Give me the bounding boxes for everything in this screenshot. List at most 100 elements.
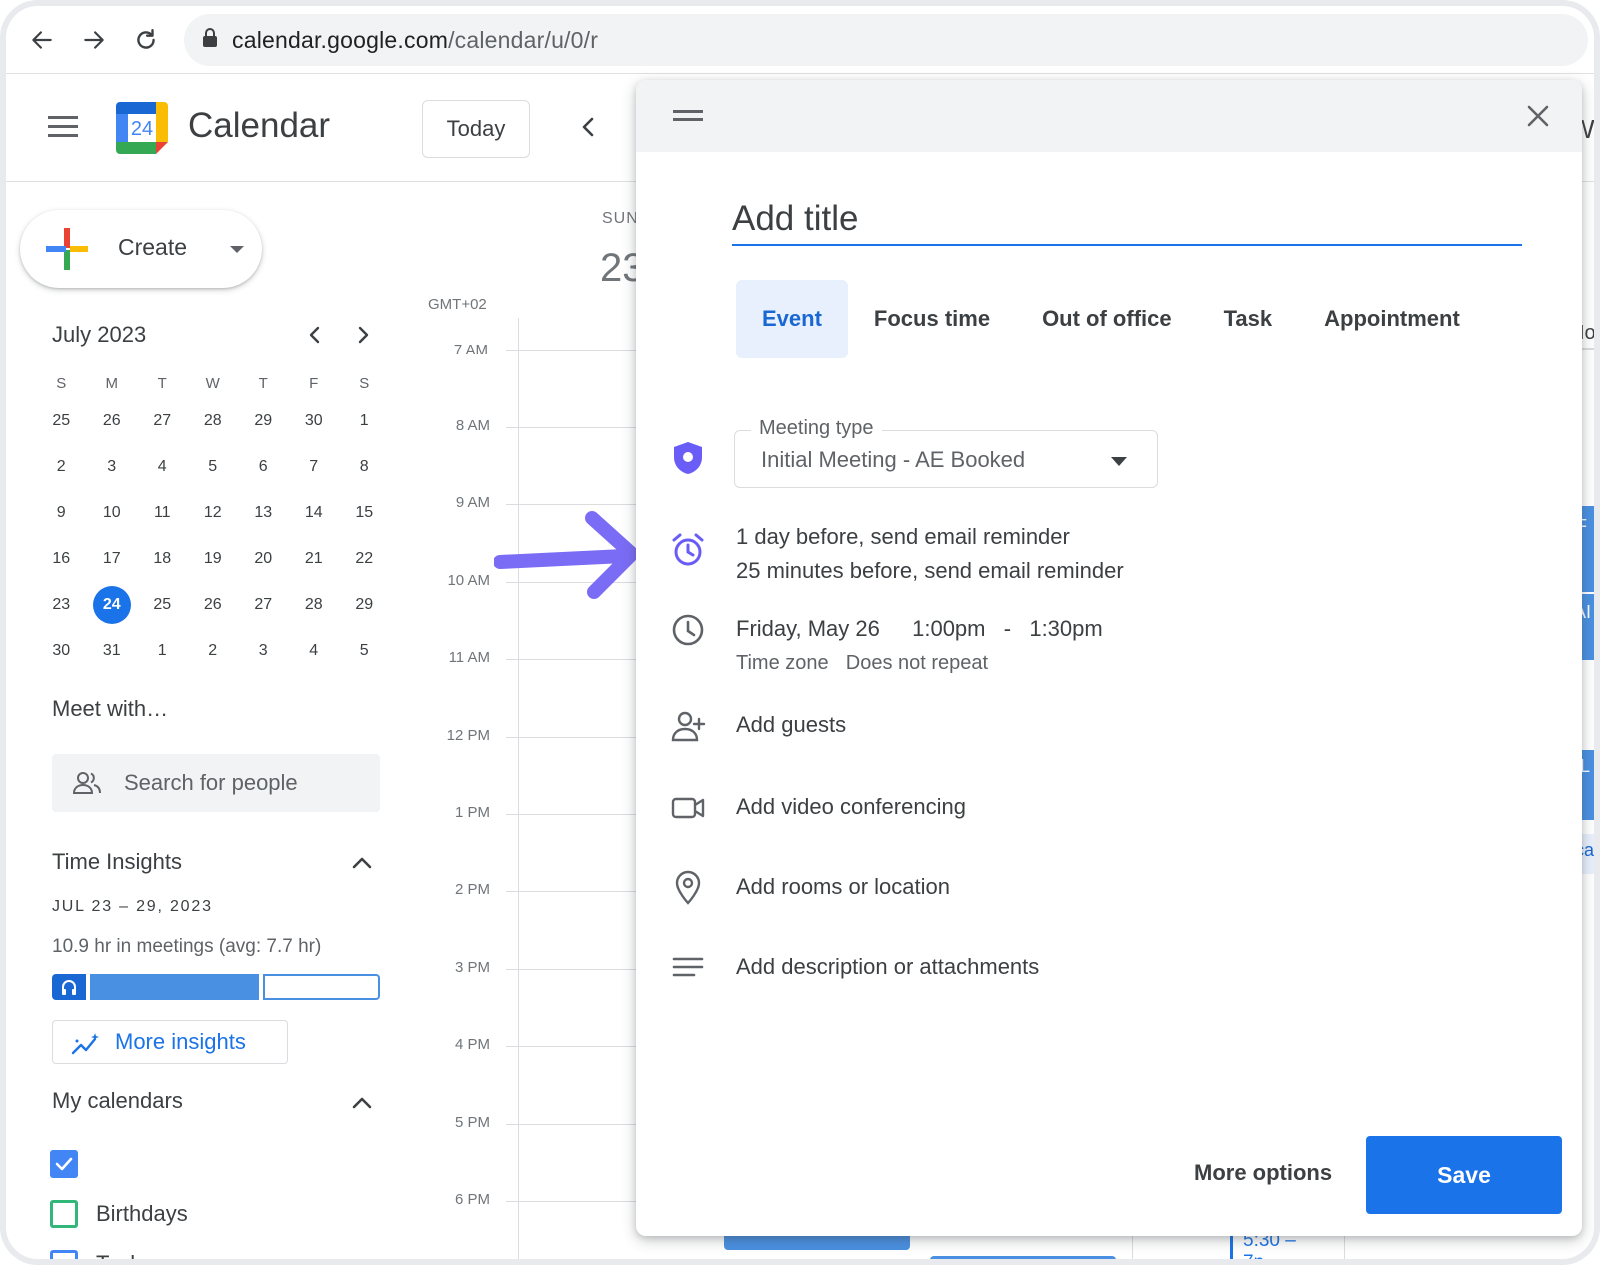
mini-calendar-day[interactable]: 11 [137,490,188,536]
checkbox-checked[interactable] [50,1150,78,1178]
mini-calendar-day[interactable]: 2 [36,444,87,490]
checkbox-unchecked[interactable] [50,1200,78,1228]
close-icon[interactable] [1522,100,1554,132]
mini-calendar-day[interactable]: 1 [339,398,390,444]
mini-calendar-day[interactable]: 26 [87,398,138,444]
mini-calendar-day[interactable]: 10 [87,490,138,536]
hour-line [506,1201,636,1202]
reminder-line[interactable]: 25 minutes before, send email reminder [736,558,1124,584]
calendar-item-tasks[interactable]: Tasks [50,1248,152,1259]
mini-calendar-day[interactable]: 24 [87,582,138,628]
address-bar[interactable]: calendar.google.com/calendar/u/0/r [184,14,1588,66]
weekday-header: W [205,374,220,392]
mini-calendar-day[interactable]: 27 [238,582,289,628]
event-block[interactable] [930,1256,1116,1259]
meeting-type-select[interactable]: Meeting type Initial Meeting - AE Booked [734,417,1158,488]
event-start-time[interactable]: 1:00pm [912,616,985,641]
mini-calendar-day[interactable]: 14 [289,490,340,536]
create-button[interactable]: Create [20,210,262,288]
mini-calendar-day[interactable]: 30 [36,628,87,674]
more-insights-button[interactable]: More insights [52,1020,288,1064]
calendar-item-birthdays[interactable]: Birthdays [50,1198,188,1230]
mini-calendar-day[interactable]: 12 [188,490,239,536]
event-datetime[interactable]: Friday, May 26 1:00pm - 1:30pm [736,616,1103,642]
tab-task[interactable]: Task [1198,280,1299,358]
day-number-label: 21 [304,550,323,567]
annotation-arrow-icon [494,511,639,599]
repeat-option[interactable]: Does not repeat [846,652,988,674]
mini-calendar-day[interactable]: 29 [238,398,289,444]
mini-calendar-day[interactable]: 26 [188,582,239,628]
forward-icon[interactable] [76,22,112,58]
mini-calendar-next-icon[interactable] [350,322,376,348]
tab-focus-time[interactable]: Focus time [848,280,1016,358]
back-icon[interactable] [24,22,60,58]
main-menu-icon[interactable] [46,112,80,142]
reload-icon[interactable] [128,22,164,58]
checkbox-unchecked[interactable] [50,1250,78,1259]
create-label: Create [118,234,188,260]
save-button[interactable]: Save [1366,1136,1562,1214]
more-options-button[interactable]: More options [1190,1154,1336,1192]
day-number-label: 17 [102,550,121,567]
mini-calendar-day[interactable]: 25 [36,398,87,444]
mini-calendar-day[interactable]: 19 [188,536,239,582]
mini-calendar-day[interactable]: 31 [87,628,138,674]
mini-calendar-day[interactable]: 27 [137,398,188,444]
chevron-up-icon[interactable] [350,1092,374,1112]
mini-calendar-prev-icon[interactable] [302,322,328,348]
mini-calendar-day[interactable]: 16 [36,536,87,582]
tab-appointment[interactable]: Appointment [1298,280,1486,358]
mini-calendar-day[interactable]: 8 [339,444,390,490]
weekday-header: T [157,374,167,392]
mini-calendar-day[interactable]: 7 [289,444,340,490]
mini-calendar-day[interactable]: 9 [36,490,87,536]
previous-period-icon[interactable] [574,112,604,142]
mini-calendar-day[interactable]: 22 [339,536,390,582]
add-location-button[interactable]: Add rooms or location [736,874,950,900]
reminder-line[interactable]: 1 day before, send email reminder [736,524,1070,550]
chevron-up-icon[interactable] [350,852,374,872]
mini-calendar-day[interactable]: 25 [137,582,188,628]
mini-calendar-day[interactable]: 2 [188,628,239,674]
mini-calendar-day[interactable]: 13 [238,490,289,536]
today-button[interactable]: Today [422,100,530,158]
timezone-label: GMT+02 [428,296,487,313]
add-video-conferencing-button[interactable]: Add video conferencing [736,794,966,820]
mini-calendar-day[interactable]: 5 [339,628,390,674]
mini-calendar-day[interactable]: 30 [289,398,340,444]
day-number-label: 1 [157,642,167,659]
time-insights-bar[interactable] [52,974,380,1000]
add-guests-button[interactable]: Add guests [736,712,846,738]
event-date[interactable]: Friday, May 26 [736,616,880,641]
mini-calendar-day[interactable]: 1 [137,628,188,674]
drag-handle-icon[interactable] [672,106,704,126]
mini-calendar-day[interactable]: 6 [238,444,289,490]
tab-event[interactable]: Event [736,280,848,358]
mini-calendar-day[interactable]: 4 [289,628,340,674]
mini-calendar-day[interactable]: 18 [137,536,188,582]
mini-calendar-day[interactable]: 3 [238,628,289,674]
mini-calendar-day[interactable]: 15 [339,490,390,536]
calendar-item-primary[interactable] [50,1148,96,1180]
mini-calendar-day[interactable]: 29 [339,582,390,628]
mini-calendar-day[interactable]: 20 [238,536,289,582]
mini-calendar-day[interactable]: 5 [188,444,239,490]
mini-calendar-day[interactable]: 28 [289,582,340,628]
tab-out-of-office[interactable]: Out of office [1016,280,1198,358]
event-title-input[interactable]: Add title [732,194,1522,246]
mini-calendar-day[interactable]: 4 [137,444,188,490]
timezone-link[interactable]: Time zone [736,652,829,674]
mini-calendar-day[interactable]: 3 [87,444,138,490]
dialog-header[interactable] [636,80,1582,152]
meet-with-heading: Meet with… [52,696,169,721]
mini-calendar-day[interactable]: 23 [36,582,87,628]
event-end-time[interactable]: 1:30pm [1029,616,1102,641]
weekday-header: T [258,374,268,392]
day-number-label: 3 [258,642,268,659]
search-people-input[interactable]: Search for people [52,754,380,812]
mini-calendar-day[interactable]: 21 [289,536,340,582]
mini-calendar-day[interactable]: 17 [87,536,138,582]
add-description-button[interactable]: Add description or attachments [736,954,1039,980]
mini-calendar-day[interactable]: 28 [188,398,239,444]
